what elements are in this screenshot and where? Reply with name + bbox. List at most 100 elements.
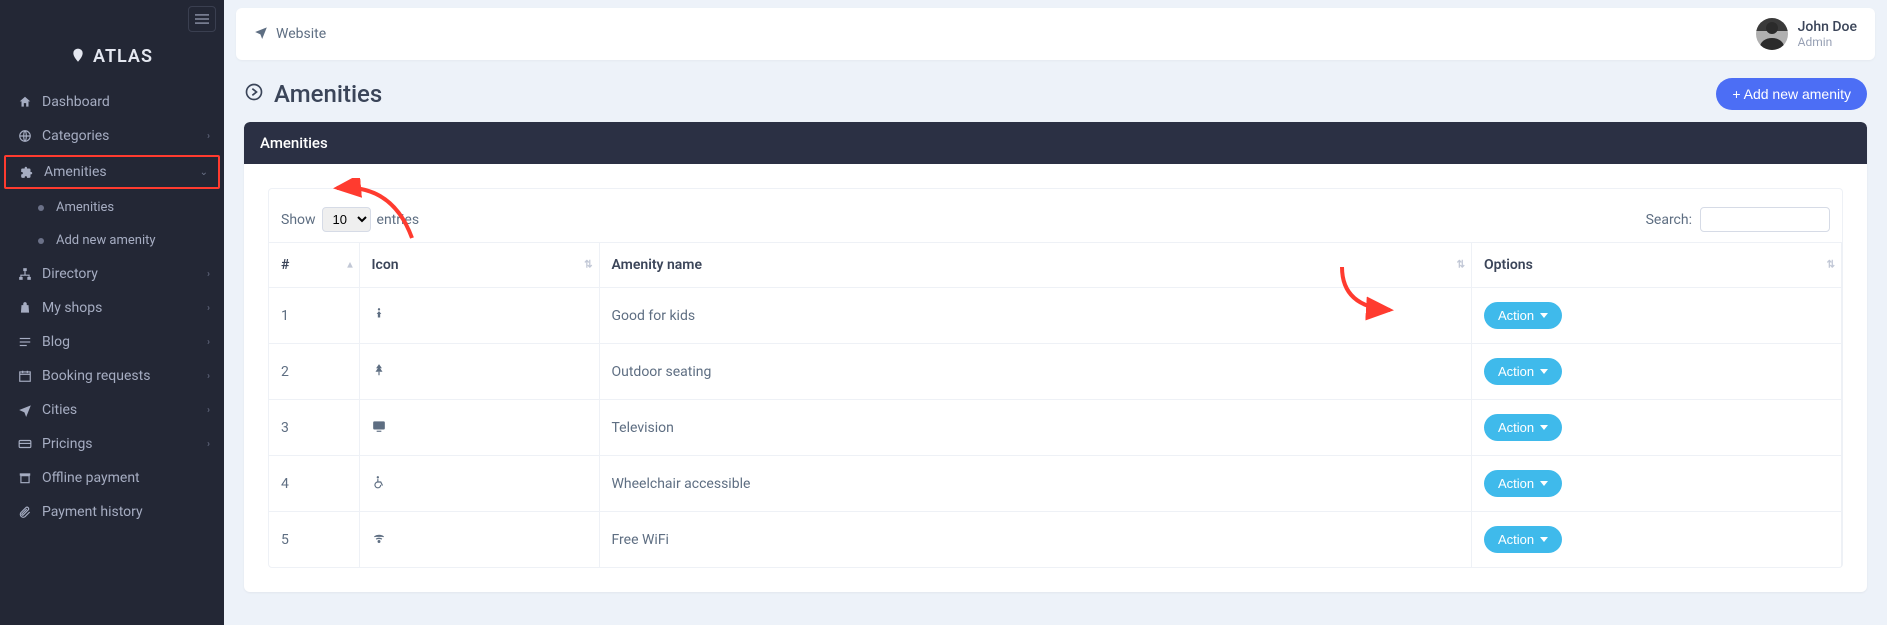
archive-icon (14, 471, 36, 485)
topbar: Website John Doe Admin (236, 8, 1875, 60)
menu-toggle-button[interactable] (188, 6, 216, 32)
user-menu[interactable]: John Doe Admin (1798, 19, 1857, 49)
th-number[interactable]: #▴ (269, 243, 359, 288)
search-input[interactable] (1700, 207, 1830, 232)
table-row: 2 Outdoor seating Action (269, 344, 1842, 400)
chevron-right-icon: › (207, 269, 210, 280)
cell-options: Action (1472, 456, 1842, 512)
user-name: John Doe (1798, 19, 1857, 35)
chevron-right-icon: › (207, 405, 210, 416)
cell-name: Wheelchair accessible (599, 456, 1472, 512)
card-icon (14, 437, 36, 451)
cell-number: 5 (269, 512, 359, 568)
chevron-right-icon: › (207, 303, 210, 314)
caret-down-icon (1540, 537, 1548, 542)
sitemap-icon (14, 267, 36, 281)
add-amenity-button[interactable]: + Add new amenity (1716, 78, 1867, 110)
puzzle-icon (16, 165, 38, 179)
table-row: 5 Free WiFi Action (269, 512, 1842, 568)
cell-number: 4 (269, 456, 359, 512)
sidebar-item-amenities[interactable]: Amenities ⌄ (4, 155, 220, 189)
action-button[interactable]: Action (1484, 526, 1562, 553)
table-row: 4 Wheelchair accessible Action (269, 456, 1842, 512)
child-icon (372, 309, 386, 325)
sidebar-item-my-shops[interactable]: My shops › (0, 291, 224, 325)
cell-icon (359, 456, 599, 512)
caret-down-icon (1540, 481, 1548, 486)
action-button[interactable]: Action (1484, 358, 1562, 385)
sidebar-item-label: Amenities (44, 164, 200, 180)
action-button[interactable]: Action (1484, 302, 1562, 329)
cell-options: Action (1472, 344, 1842, 400)
sidebar-item-dashboard[interactable]: Dashboard (0, 85, 224, 119)
sidebar-item-label: Payment history (42, 504, 210, 520)
bullet-icon (38, 238, 44, 244)
cell-number: 2 (269, 344, 359, 400)
sidebar-item-label: Pricings (42, 436, 207, 452)
cell-name: Free WiFi (599, 512, 1472, 568)
sort-icon: ⇅ (1827, 260, 1833, 271)
search-label: Search: (1646, 212, 1692, 228)
cell-icon (359, 400, 599, 456)
sidebar-item-cities[interactable]: Cities › (0, 393, 224, 427)
cell-name: Television (599, 400, 1472, 456)
website-link[interactable]: Website (254, 25, 326, 43)
home-icon (14, 95, 36, 109)
sidebar-item-label: Dashboard (42, 94, 210, 110)
sidebar-item-directory[interactable]: Directory › (0, 257, 224, 291)
list-icon (14, 335, 36, 349)
sort-icon: ⇅ (1457, 260, 1463, 271)
website-link-label: Website (276, 26, 326, 42)
arrow-circle-icon (244, 80, 264, 108)
action-button[interactable]: Action (1484, 470, 1562, 497)
chevron-right-icon: › (207, 337, 210, 348)
chevron-right-icon: › (207, 131, 210, 142)
sidebar-item-payment-history[interactable]: Payment history (0, 495, 224, 529)
tree-icon (372, 365, 386, 381)
calendar-icon (14, 369, 36, 383)
sidebar-subitem-add-amenity[interactable]: Add new amenity (0, 224, 224, 257)
sidebar-subitem-amenities-list[interactable]: Amenities (0, 191, 224, 224)
sidebar-item-blog[interactable]: Blog › (0, 325, 224, 359)
brand-logo[interactable]: ATLAS (0, 38, 224, 85)
action-button[interactable]: Action (1484, 414, 1562, 441)
sidebar-item-label: Directory (42, 266, 207, 282)
th-name[interactable]: Amenity name⇅ (599, 243, 1472, 288)
sidebar-item-label: Offline payment (42, 470, 210, 486)
sidebar-item-label: Amenities (56, 200, 114, 215)
plane-icon (254, 25, 268, 43)
panel-title: Amenities (244, 122, 1867, 164)
cell-options: Action (1472, 288, 1842, 344)
avatar[interactable] (1756, 18, 1788, 50)
sidebar-item-label: Cities (42, 402, 207, 418)
entries-select[interactable]: 10 (322, 207, 371, 232)
sidebar-item-offline-payment[interactable]: Offline payment (0, 461, 224, 495)
sidebar-item-categories[interactable]: Categories › (0, 119, 224, 153)
caret-down-icon (1540, 369, 1548, 374)
table-row: 3 Television Action (269, 400, 1842, 456)
cell-options: Action (1472, 400, 1842, 456)
cell-icon (359, 344, 599, 400)
cell-options: Action (1472, 512, 1842, 568)
sidebar-item-label: Add new amenity (56, 233, 156, 248)
amenities-table: #▴ Icon⇅ Amenity name⇅ Options⇅ 1 Good fo… (269, 242, 1842, 567)
chevron-right-icon: › (207, 439, 210, 450)
cell-icon (359, 512, 599, 568)
caret-down-icon (1540, 425, 1548, 430)
th-options[interactable]: Options⇅ (1472, 243, 1842, 288)
plane-icon (14, 403, 36, 417)
sidebar-item-label: Categories (42, 128, 207, 144)
sidebar-item-booking-requests[interactable]: Booking requests › (0, 359, 224, 393)
tv-icon (372, 421, 386, 437)
sort-icon: ▴ (347, 260, 350, 271)
cell-name: Outdoor seating (599, 344, 1472, 400)
cell-number: 1 (269, 288, 359, 344)
sidebar-item-pricings[interactable]: Pricings › (0, 427, 224, 461)
chevron-down-icon: ⌄ (200, 167, 208, 178)
cell-name: Good for kids (599, 288, 1472, 344)
th-icon[interactable]: Icon⇅ (359, 243, 599, 288)
bullet-icon (38, 205, 44, 211)
cell-number: 3 (269, 400, 359, 456)
page-title: Amenities (244, 80, 382, 108)
main-content: Website John Doe Admin Amenities + Add n… (224, 0, 1887, 625)
